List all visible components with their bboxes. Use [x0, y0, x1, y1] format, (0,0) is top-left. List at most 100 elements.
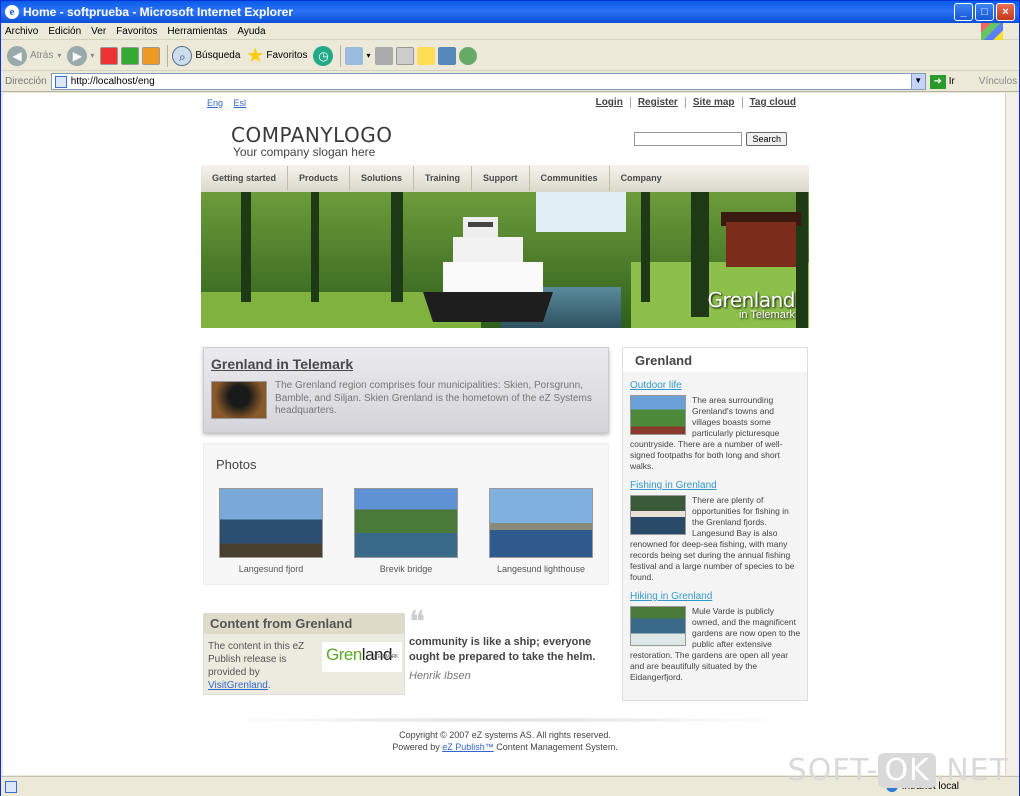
ez-publish-link[interactable]: eZ Publish™ [442, 742, 494, 752]
history-icon[interactable]: ◷ [313, 45, 334, 66]
back-dropdown-icon[interactable]: ▾ [57, 51, 61, 60]
site-search: Search [634, 132, 787, 146]
nav-company[interactable]: Company [610, 166, 673, 191]
nav-solutions[interactable]: Solutions [350, 166, 415, 191]
banner-tree [311, 192, 319, 302]
windows-logo-icon [981, 23, 1003, 40]
banner-tree [241, 192, 251, 302]
feature-title-link[interactable]: Grenland in Telemark [211, 356, 353, 372]
page-viewport[interactable]: Eng Esl Login Register Site map Tag clou… [3, 93, 1005, 775]
sidebar-section-outdoor: Outdoor life The area surrounding Grenla… [630, 380, 802, 472]
language-switcher: Eng Esl [207, 98, 254, 108]
maximize-button[interactable]: □ [975, 3, 994, 21]
grenland-logo-small: i TELEMARK [373, 654, 399, 660]
address-label: Dirección [5, 76, 47, 87]
sidebar-section-hiking: Hiking in Grenland Mule Varde is publicl… [630, 591, 802, 683]
menu-bar: Archivo Edición Ver Favoritos Herramient… [1, 23, 1019, 40]
feature-thumbnail[interactable] [211, 381, 267, 419]
watermark-pre: SOFT- [787, 753, 879, 788]
research-icon[interactable] [437, 46, 456, 65]
toolbar-separator [340, 44, 342, 67]
menu-herramientas[interactable]: Herramientas [167, 26, 227, 37]
outdoor-life-thumb[interactable] [630, 395, 686, 435]
edit-icon[interactable] [395, 46, 414, 65]
mail-dropdown-icon[interactable]: ▾ [366, 51, 370, 60]
register-link[interactable]: Register [629, 97, 685, 108]
site-map-link[interactable]: Site map [684, 97, 742, 108]
home-icon[interactable] [142, 46, 161, 65]
footer-copyright: Copyright © 2007 eZ systems AS. All righ… [399, 730, 611, 740]
grenland-logo-a: Gren [326, 645, 362, 664]
powered-pre: Powered by [392, 742, 443, 752]
title-bar[interactable]: e Home - softprueba - Microsoft Internet… [1, 1, 1019, 23]
photo-brevik-bridge[interactable] [354, 488, 458, 558]
quote-mark-icon: ❝ [409, 605, 426, 640]
favorites-button[interactable]: ★ Favoritos [246, 43, 307, 68]
forward-arrow-icon: ▶ [67, 45, 88, 66]
quote-block: ❝ community is like a ship; everyone oug… [409, 605, 615, 683]
back-button[interactable]: ◀ Atrás ▾ [7, 45, 61, 66]
ie-icon: e [5, 5, 19, 19]
vertical-scrollbar[interactable] [1005, 93, 1019, 775]
hiking-thumb[interactable] [630, 606, 686, 646]
nav-training[interactable]: Training [414, 166, 473, 191]
nav-support[interactable]: Support [472, 166, 530, 191]
close-button[interactable]: × [996, 3, 1015, 21]
fishing-link[interactable]: Fishing in Grenland [630, 480, 802, 491]
nav-communities[interactable]: Communities [530, 166, 610, 191]
quote-text: community is like a ship; everyone ought… [409, 636, 596, 663]
hiking-link[interactable]: Hiking in Grenland [630, 591, 802, 602]
lang-esl-link[interactable]: Esl [234, 98, 247, 108]
go-button[interactable]: ➜ Ir [929, 74, 955, 89]
quote-author: Henrik Ibsen [409, 670, 471, 682]
main-nav: Getting started Products Solutions Train… [201, 165, 809, 192]
page-icon [54, 75, 67, 88]
menu-favoritos[interactable]: Favoritos [116, 26, 157, 37]
feature-box: Grenland in Telemark The Grenland region… [203, 347, 609, 433]
visitgrenland-link[interactable]: VisitGrenland [208, 680, 268, 691]
discuss-icon[interactable] [416, 46, 435, 65]
banner-tree [691, 192, 709, 317]
site-header: COMPANYLOGO Your company slogan here Sea… [201, 115, 809, 165]
menu-ayuda[interactable]: Ayuda [237, 26, 265, 37]
footer-divider [211, 717, 801, 723]
print-icon[interactable] [374, 46, 393, 65]
banner-tree [641, 192, 650, 302]
tag-cloud-link[interactable]: Tag cloud [741, 97, 803, 108]
site-footer: Copyright © 2007 eZ systems AS. All righ… [201, 729, 809, 753]
favorites-label: Favoritos [266, 50, 308, 61]
menu-ver[interactable]: Ver [91, 26, 106, 37]
forward-dropdown-icon[interactable]: ▾ [90, 51, 94, 60]
grenland-logo[interactable]: Grenland i TELEMARK [322, 642, 402, 672]
links-button[interactable]: Vínculos [979, 76, 1017, 87]
content-from-box: Content from Grenland The content in thi… [203, 613, 405, 695]
powered-post: Content Management System. [493, 742, 618, 752]
photo-langesund-lighthouse[interactable] [489, 488, 593, 558]
site-search-button[interactable]: Search [746, 132, 787, 146]
photo-langesund-fjord[interactable] [219, 488, 323, 558]
stop-icon[interactable] [100, 46, 119, 65]
go-arrow-icon: ➜ [929, 74, 946, 89]
forward-button[interactable]: ▶ ▾ [67, 45, 94, 66]
refresh-icon[interactable] [121, 46, 140, 65]
star-icon: ★ [246, 45, 265, 67]
login-link[interactable]: Login [589, 97, 630, 108]
lang-eng-link[interactable]: Eng [207, 98, 223, 108]
mail-icon[interactable] [345, 46, 364, 65]
messenger-icon[interactable] [458, 46, 477, 65]
nav-getting-started[interactable]: Getting started [201, 166, 289, 191]
sidebar-section-fishing: Fishing in Grenland There are plenty of … [630, 480, 802, 583]
menu-archivo[interactable]: Archivo [5, 26, 38, 37]
nav-products[interactable]: Products [288, 166, 351, 191]
outdoor-life-link[interactable]: Outdoor life [630, 380, 802, 391]
search-button[interactable]: ⌕ Búsqueda [172, 45, 240, 66]
site-search-input[interactable] [634, 132, 743, 146]
minimize-button[interactable]: _ [954, 3, 973, 21]
menu-edicion[interactable]: Edición [48, 26, 81, 37]
address-input[interactable]: http://localhost/eng ▼ [50, 73, 926, 90]
address-dropdown-icon[interactable]: ▼ [910, 74, 925, 89]
banner-house [726, 222, 796, 267]
company-logo[interactable]: COMPANYLOGO [231, 123, 393, 147]
fishing-thumb[interactable] [630, 495, 686, 535]
banner-subtitle: in Telemark [738, 309, 795, 321]
